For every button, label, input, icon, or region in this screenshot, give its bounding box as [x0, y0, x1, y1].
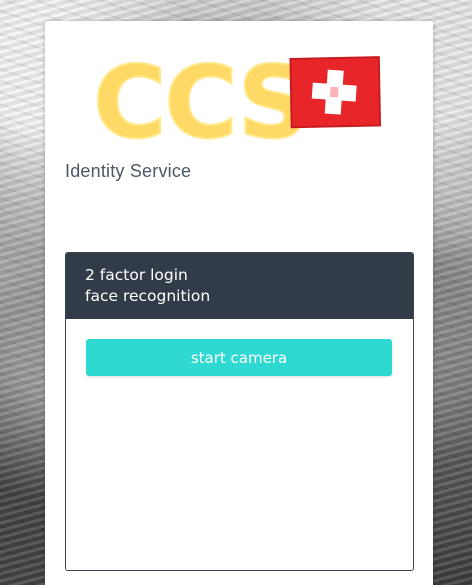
login-panel: CCS Identity Service 2 factor login face… [45, 21, 433, 585]
logo-text: CCS [93, 44, 308, 151]
card-header-line1: 2 factor login [85, 266, 188, 284]
card-header-line2: face recognition [85, 287, 211, 305]
swiss-flag-icon [289, 56, 382, 129]
service-title: Identity Service [65, 161, 192, 181]
card-header: 2 factor login face recognition [66, 253, 413, 319]
ccs-logo: CCS [93, 43, 382, 151]
start-camera-button[interactable]: start camera [86, 339, 392, 376]
two-factor-card: 2 factor login face recognition start ca… [65, 252, 414, 571]
